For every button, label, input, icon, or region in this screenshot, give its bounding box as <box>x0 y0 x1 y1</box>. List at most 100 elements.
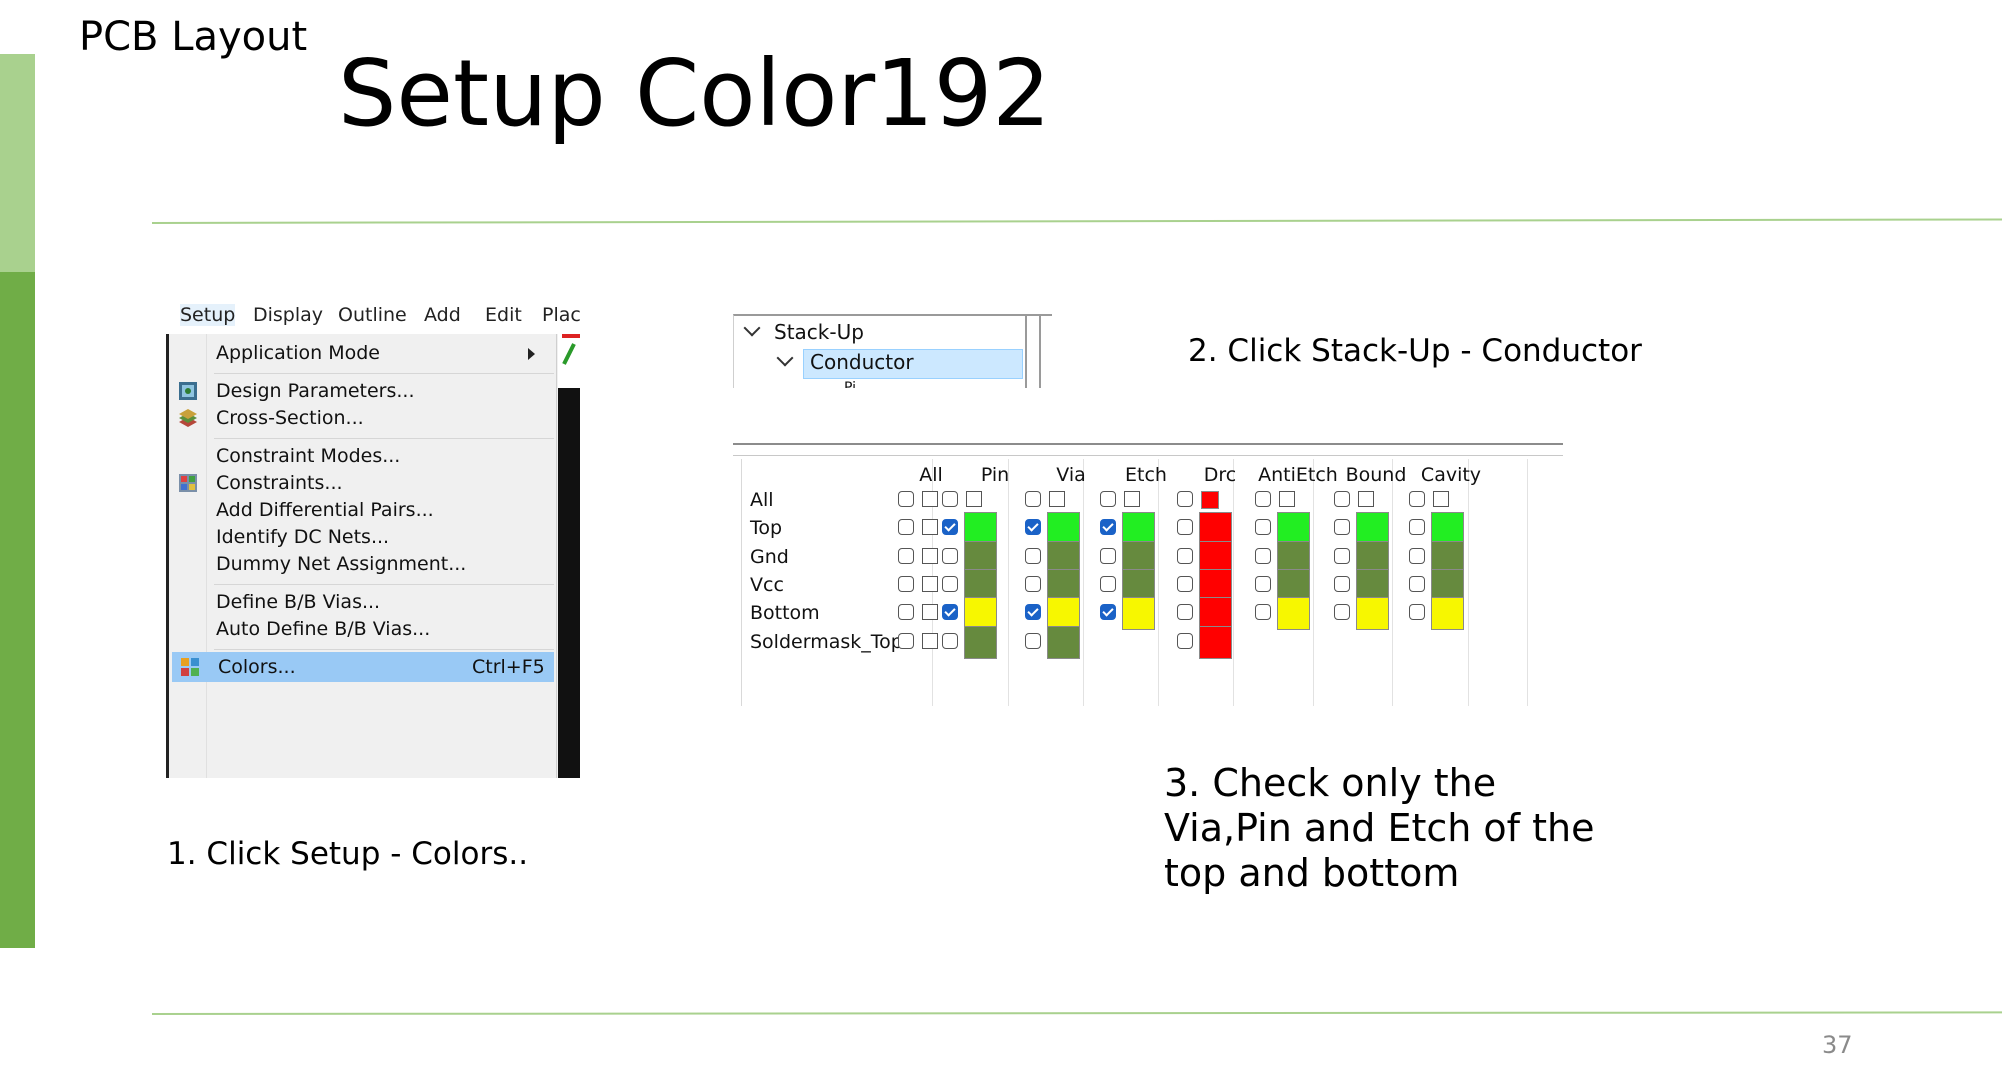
checkbox-gnd-bound[interactable] <box>1334 548 1350 564</box>
checkbox-gnd-antietch[interactable] <box>1255 548 1271 564</box>
checkbox-all-via[interactable] <box>1025 491 1041 507</box>
grid-column-divider <box>1233 459 1234 706</box>
caption-step-3-line: top and bottom <box>1164 851 1460 895</box>
checkbox-bottom-etch[interactable] <box>1100 604 1116 620</box>
checkbox-soldermask_top-all[interactable] <box>898 633 914 649</box>
menu-item-constraint-modes[interactable]: Constraint Modes... <box>170 441 556 471</box>
column-header-bound: Bound <box>1345 464 1407 486</box>
checkbox-vcc-pin[interactable] <box>942 576 958 592</box>
checkbox-vcc-via[interactable] <box>1025 576 1041 592</box>
cross-section-icon <box>179 409 197 427</box>
grid-column-divider <box>1313 459 1314 706</box>
toggle-box-all-cavity[interactable] <box>1433 491 1449 507</box>
color-swatch-bottom-etch[interactable] <box>1122 597 1155 630</box>
toggle-box-all-all[interactable] <box>922 491 938 507</box>
checkbox-top-antietch[interactable] <box>1255 519 1271 535</box>
color-swatch-bottom-bound[interactable] <box>1356 597 1389 630</box>
checkbox-all-bound[interactable] <box>1334 491 1350 507</box>
checkbox-soldermask_top-pin[interactable] <box>942 633 958 649</box>
checkbox-bottom-bound[interactable] <box>1334 604 1350 620</box>
checkbox-all-drc[interactable] <box>1177 491 1193 507</box>
checkbox-vcc-cavity[interactable] <box>1409 576 1425 592</box>
menu-item-cross-section[interactable]: Cross-Section... <box>170 403 556 433</box>
menu-item-application-mode[interactable]: Application Mode <box>170 338 556 368</box>
checkbox-gnd-via[interactable] <box>1025 548 1041 564</box>
checkbox-top-drc[interactable] <box>1177 519 1193 535</box>
menu-item-add-differential-pairs[interactable]: Add Differential Pairs... <box>170 495 556 525</box>
toggle-box-soldermask_top-all[interactable] <box>922 633 938 649</box>
checkbox-vcc-etch[interactable] <box>1100 576 1116 592</box>
column-header-cavity: Cavity <box>1420 464 1482 486</box>
checkbox-all-all[interactable] <box>898 491 914 507</box>
color-swatch-all-drc[interactable] <box>1201 491 1219 509</box>
checkbox-vcc-all[interactable] <box>898 576 914 592</box>
row-header-bottom: Bottom <box>750 602 820 624</box>
menu-item-design-parameters[interactable]: Design Parameters... <box>170 376 556 406</box>
grid-column-divider <box>1083 459 1084 706</box>
checkbox-top-etch[interactable] <box>1100 519 1116 535</box>
menubar-outline[interactable]: Outline <box>338 304 407 326</box>
checkbox-top-pin[interactable] <box>942 519 958 535</box>
tree-item-conductor[interactable]: Conductor <box>810 350 914 374</box>
checkbox-gnd-pin[interactable] <box>942 548 958 564</box>
checkbox-soldermask_top-drc[interactable] <box>1177 633 1193 649</box>
toggle-box-gnd-all[interactable] <box>922 548 938 564</box>
toggle-box-bottom-all[interactable] <box>922 604 938 620</box>
menu-item-identify-dc-nets[interactable]: Identify DC Nets... <box>170 522 556 552</box>
menubar-add[interactable]: Add <box>424 304 461 326</box>
menubar-place[interactable]: Plac <box>542 304 580 326</box>
checkbox-all-etch[interactable] <box>1100 491 1116 507</box>
checkbox-gnd-etch[interactable] <box>1100 548 1116 564</box>
menu-item-dummy-net-assignment[interactable]: Dummy Net Assignment... <box>170 549 556 579</box>
checkbox-top-all[interactable] <box>898 519 914 535</box>
toggle-box-all-etch[interactable] <box>1124 491 1140 507</box>
color-swatch-soldermask_top-pin[interactable] <box>964 626 997 659</box>
checkbox-top-bound[interactable] <box>1334 519 1350 535</box>
toggle-box-all-via[interactable] <box>1049 491 1065 507</box>
caption-step-3: 3. Check only the Via,Pin and Etch of th… <box>1164 761 1604 896</box>
setup-menu-screenshot: Setup Display Outline Add Edit Plac Appl… <box>166 298 580 778</box>
menubar-setup[interactable]: Setup <box>180 304 236 326</box>
checkbox-top-via[interactable] <box>1025 519 1041 535</box>
menu-item-define-bb-vias[interactable]: Define B/B Vias... <box>170 587 556 617</box>
color-swatch-bottom-antietch[interactable] <box>1277 597 1310 630</box>
color-swatch-soldermask_top-via[interactable] <box>1047 626 1080 659</box>
toggle-box-all-pin[interactable] <box>966 491 982 507</box>
tree-item-stack-up[interactable]: Stack-Up <box>774 320 864 344</box>
chevron-down-icon[interactable] <box>743 319 761 337</box>
menubar-display[interactable]: Display <box>253 304 323 326</box>
checkbox-bottom-all[interactable] <box>898 604 914 620</box>
toggle-box-all-antietch[interactable] <box>1279 491 1295 507</box>
checkbox-vcc-drc[interactable] <box>1177 576 1193 592</box>
color-swatch-bottom-cavity[interactable] <box>1431 597 1464 630</box>
tree-item-partial[interactable]: Pi <box>844 380 856 388</box>
checkbox-vcc-antietch[interactable] <box>1255 576 1271 592</box>
menubar-edit[interactable]: Edit <box>485 304 522 326</box>
checkbox-vcc-bound[interactable] <box>1334 576 1350 592</box>
checkbox-all-cavity[interactable] <box>1409 491 1425 507</box>
tree-border <box>1025 316 1027 388</box>
checkbox-gnd-drc[interactable] <box>1177 548 1193 564</box>
checkbox-top-cavity[interactable] <box>1409 519 1425 535</box>
toggle-box-all-bound[interactable] <box>1358 491 1374 507</box>
menu-item-constraints[interactable]: Constraints... <box>170 468 556 498</box>
checkbox-bottom-drc[interactable] <box>1177 604 1193 620</box>
toggle-box-vcc-all[interactable] <box>922 576 938 592</box>
checkbox-bottom-antietch[interactable] <box>1255 604 1271 620</box>
checkbox-gnd-all[interactable] <box>898 548 914 564</box>
checkbox-gnd-cavity[interactable] <box>1409 548 1425 564</box>
checkbox-all-pin[interactable] <box>942 491 958 507</box>
checkbox-bottom-via[interactable] <box>1025 604 1041 620</box>
checkbox-bottom-pin[interactable] <box>942 604 958 620</box>
checkbox-soldermask_top-via[interactable] <box>1025 633 1041 649</box>
toggle-box-top-all[interactable] <box>922 519 938 535</box>
menu-item-colors[interactable]: Colors... Ctrl+F5 <box>172 652 554 682</box>
checkbox-all-antietch[interactable] <box>1255 491 1271 507</box>
grid-column-divider <box>1527 459 1528 706</box>
checkbox-bottom-cavity[interactable] <box>1409 604 1425 620</box>
menu-item-auto-define-bb-vias[interactable]: Auto Define B/B Vias... <box>170 614 556 644</box>
color-swatch-soldermask_top-drc[interactable] <box>1199 626 1232 659</box>
chevron-down-icon[interactable] <box>776 349 794 367</box>
row-header-soldermask_top: Soldermask_Top <box>750 631 903 653</box>
section-label: PCB Layout <box>79 14 308 60</box>
